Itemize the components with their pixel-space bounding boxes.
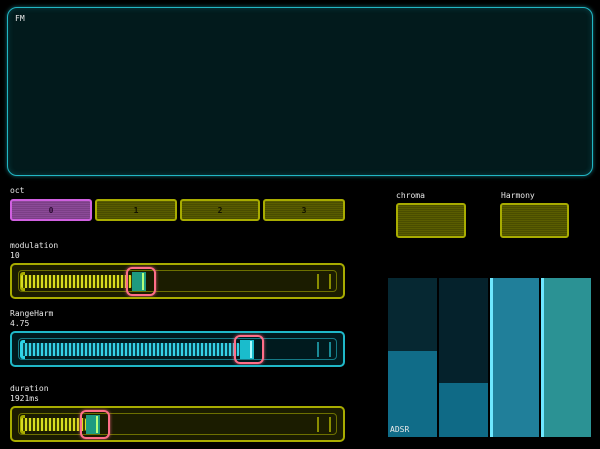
slider-fill (21, 275, 133, 288)
oct-button-1-label: 1 (133, 205, 139, 215)
chroma-label: chroma (396, 191, 425, 200)
oct-button-0[interactable]: 0 (10, 199, 92, 221)
oct-button-3-label: 3 (301, 205, 307, 215)
duration-value: 1921ms (10, 394, 39, 403)
oct-button-1[interactable]: 1 (95, 199, 177, 221)
duration-label: duration (10, 384, 49, 393)
harmony-label: Harmony (501, 191, 535, 200)
oct-button-3[interactable]: 3 (263, 199, 345, 221)
fm-display-panel[interactable]: FM (7, 7, 593, 176)
slider-knob[interactable] (79, 410, 110, 439)
modulation-value: 10 (10, 251, 20, 260)
adsr-label: ADSR (390, 425, 410, 434)
rangeharm-label: RangeHarm (10, 309, 54, 318)
adsr-envelope[interactable]: ADSR (388, 278, 591, 437)
slider-knob[interactable] (233, 335, 264, 364)
oct-button-0-label: 0 (48, 205, 54, 215)
modulation-label: modulation (10, 241, 59, 250)
oct-button-2[interactable]: 2 (180, 199, 260, 221)
oct-label: oct (10, 186, 25, 195)
slider-fill (21, 418, 86, 431)
slider-fill (21, 343, 240, 356)
harmony-toggle[interactable] (500, 203, 569, 238)
double-chevron-right-icon (317, 274, 331, 289)
duration-slider[interactable] (10, 406, 345, 442)
fm-label: FM (15, 14, 25, 23)
double-chevron-right-icon (317, 417, 331, 432)
adsr-decay-column[interactable] (439, 278, 488, 437)
rangeharm-value: 4.75 (10, 319, 30, 328)
rangeharm-slider[interactable] (10, 331, 345, 367)
modulation-slider[interactable] (10, 263, 345, 299)
slider-knob[interactable] (126, 267, 157, 296)
chroma-toggle[interactable] (396, 203, 466, 238)
double-chevron-right-icon (317, 342, 331, 357)
adsr-sustain-column[interactable] (490, 278, 539, 437)
adsr-attack-column[interactable] (388, 278, 437, 437)
adsr-release-column[interactable] (541, 278, 591, 437)
oct-button-2-label: 2 (217, 205, 223, 215)
